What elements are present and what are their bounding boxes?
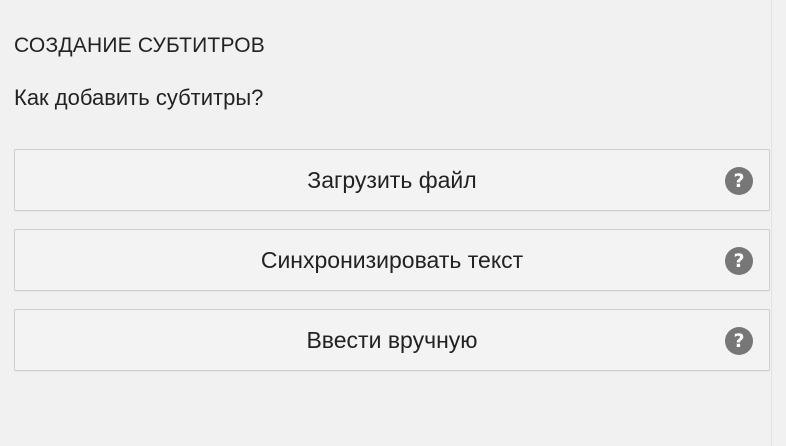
enter-manually-label: Ввести вручную [306, 326, 478, 353]
question-circle-icon[interactable]: ? [725, 327, 753, 355]
panel-title: СОЗДАНИЕ СУБТИТРОВ [14, 34, 265, 57]
sync-text-label: Синхронизировать текст [260, 246, 524, 273]
enter-manually-button[interactable]: Ввести вручную ? [14, 309, 770, 371]
sync-text-button[interactable]: Синхронизировать текст ? [14, 229, 770, 291]
question-circle-icon[interactable]: ? [725, 247, 753, 275]
question-circle-icon[interactable]: ? [725, 167, 753, 195]
upload-file-button[interactable]: Загрузить файл ? [14, 149, 770, 211]
question-text: Как добавить субтитры? [14, 85, 264, 110]
upload-file-label: Загрузить файл [307, 166, 477, 193]
subtitles-panel: СОЗДАНИЕ СУБТИТРОВ Как добавить субтитры… [0, 0, 772, 446]
